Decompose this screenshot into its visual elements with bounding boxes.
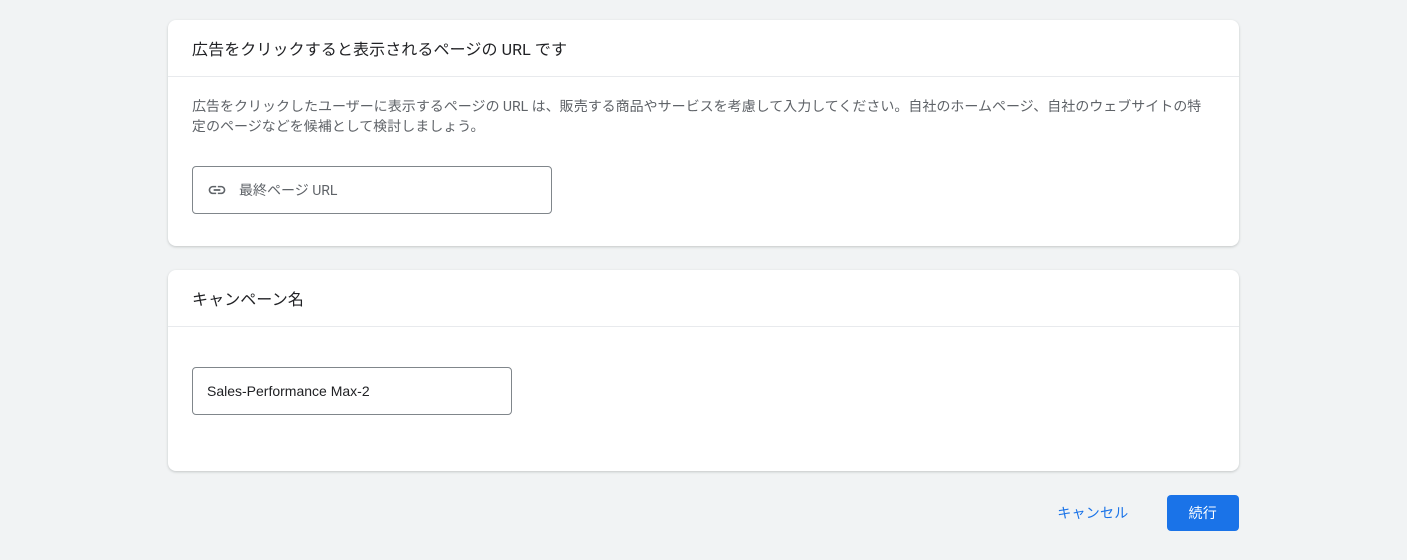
final-url-placeholder: 最終ページ URL — [239, 180, 337, 200]
campaign-name-card-title: キャンペーン名 — [192, 286, 1215, 310]
campaign-name-input-wrapper[interactable] — [192, 367, 512, 415]
cancel-button[interactable]: キャンセル — [1035, 495, 1150, 531]
url-description: 広告をクリックしたユーザーに表示するページの URL は、販売する商品やサービス… — [192, 97, 1215, 138]
url-card: 広告をクリックすると表示されるページの URL です 広告をクリックしたユーザー… — [168, 20, 1239, 246]
button-row: キャンセル 続行 — [168, 495, 1239, 531]
link-icon — [207, 180, 227, 200]
url-card-header: 広告をクリックすると表示されるページの URL です — [168, 20, 1239, 77]
url-card-title: 広告をクリックすると表示されるページの URL です — [192, 36, 1215, 60]
url-card-body: 広告をクリックしたユーザーに表示するページの URL は、販売する商品やサービス… — [168, 77, 1239, 246]
continue-button[interactable]: 続行 — [1167, 495, 1240, 531]
form-container: 広告をクリックすると表示されるページの URL です 広告をクリックしたユーザー… — [0, 0, 1407, 531]
campaign-name-card-body — [168, 327, 1239, 471]
campaign-name-card-header: キャンペーン名 — [168, 270, 1239, 327]
campaign-name-card: キャンペーン名 — [168, 270, 1239, 471]
final-url-input-wrapper[interactable]: 最終ページ URL — [192, 166, 552, 214]
campaign-name-input[interactable] — [207, 383, 497, 399]
